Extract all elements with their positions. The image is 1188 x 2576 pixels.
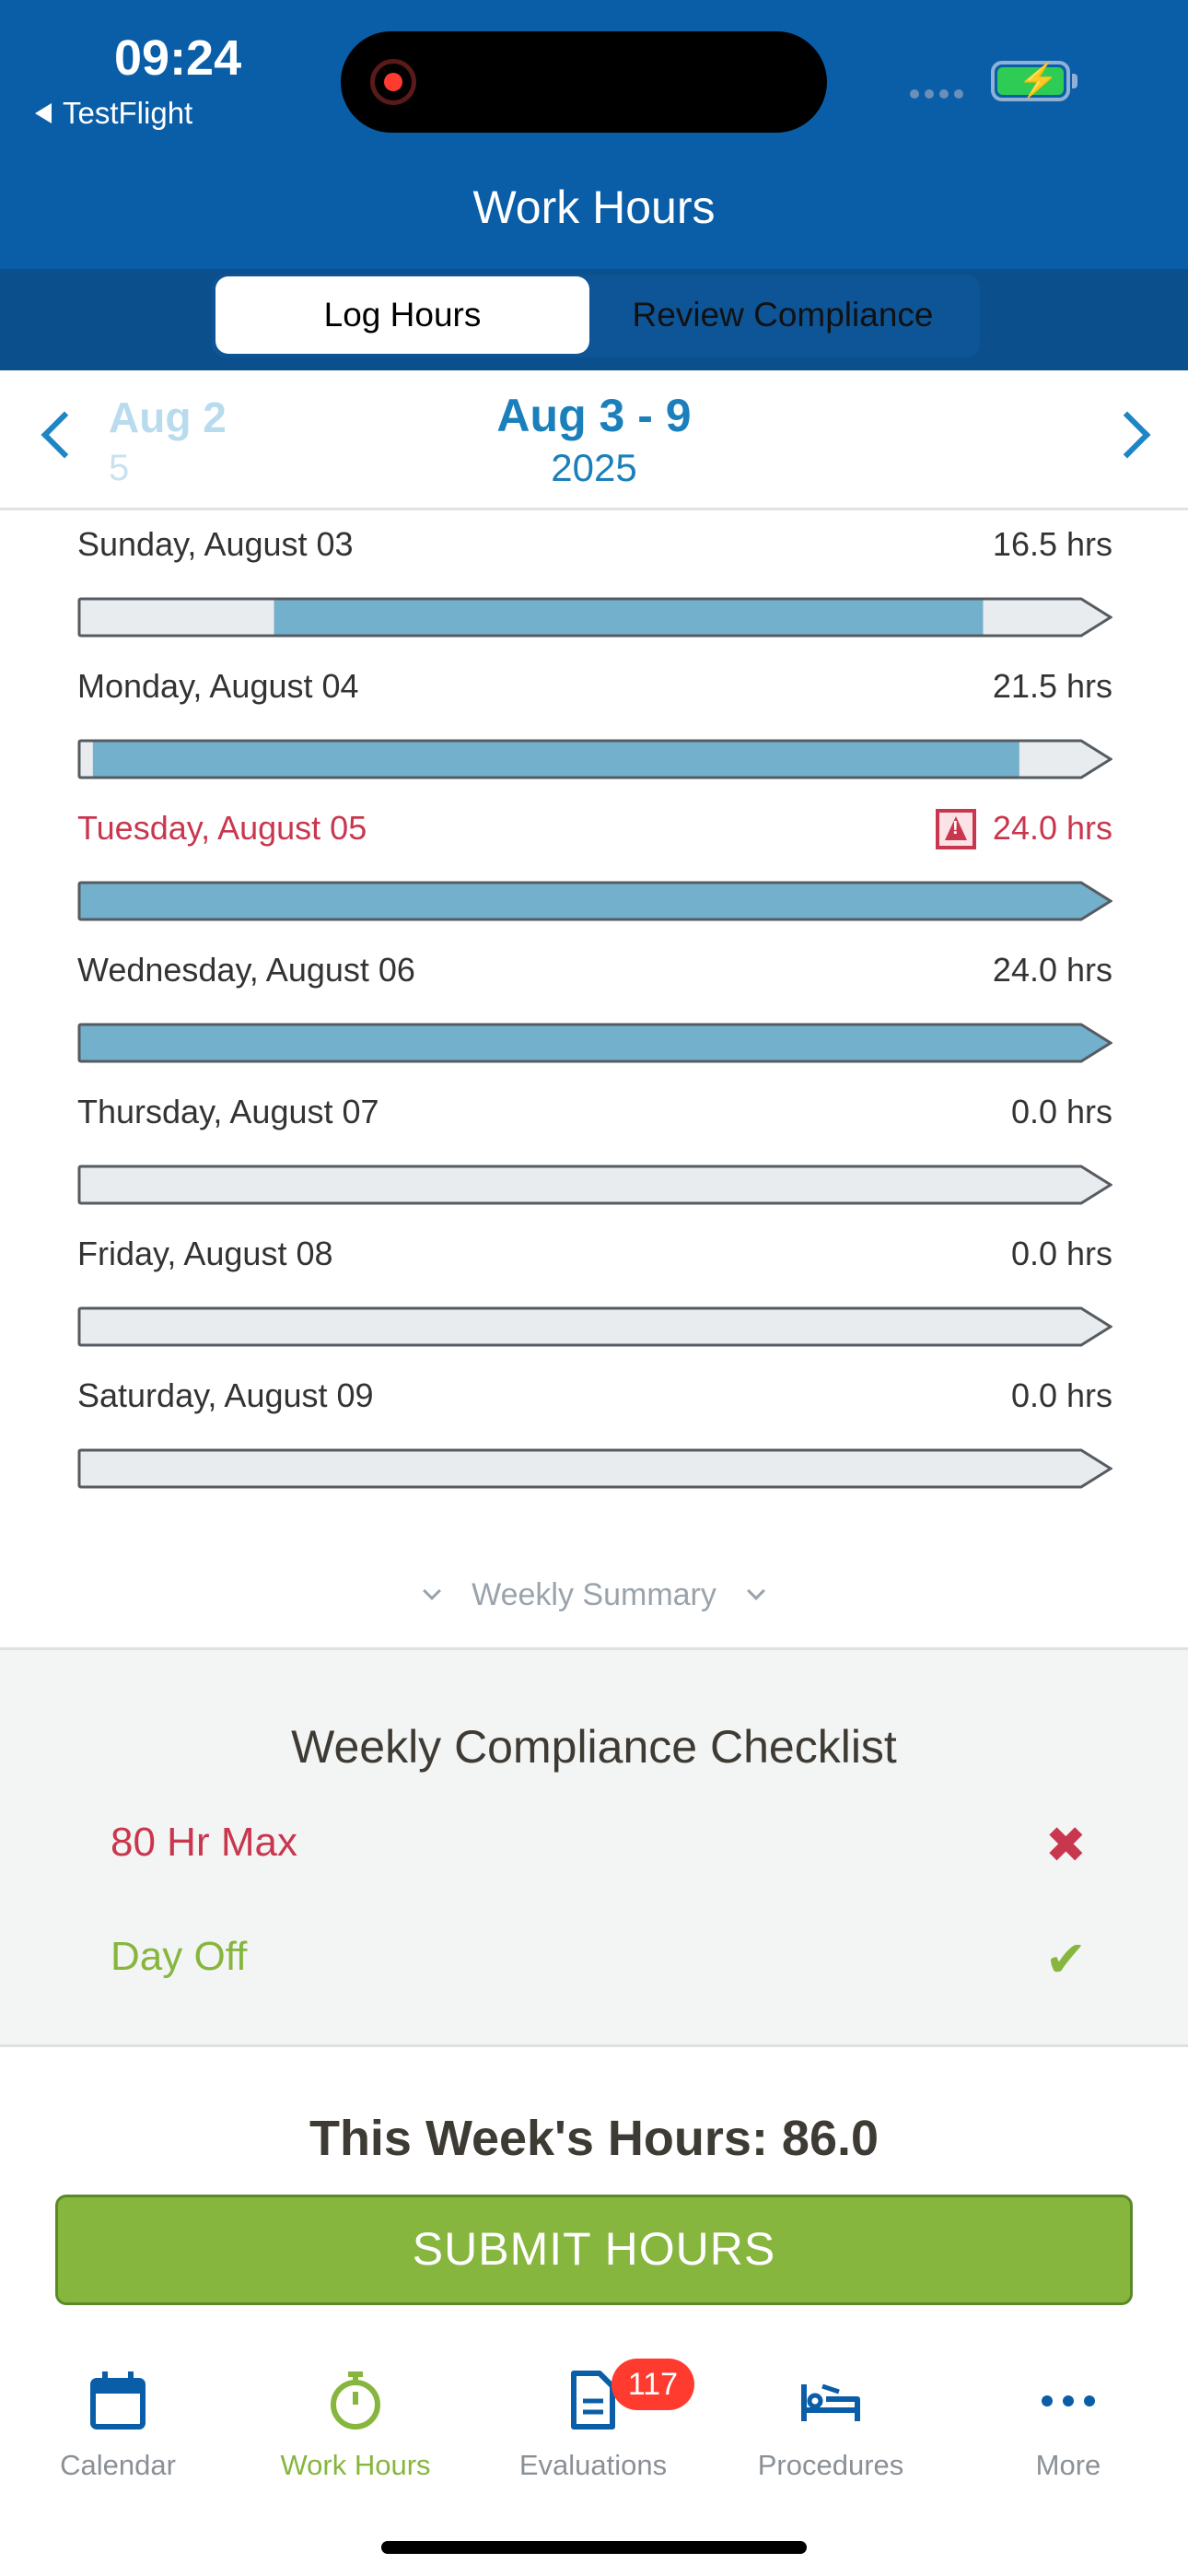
battery-icon: ⚡ <box>991 61 1077 101</box>
tab-label: Procedures <box>757 2449 904 2481</box>
back-to-app-link[interactable]: TestFlight <box>35 96 192 131</box>
tab-bar: Calendar Work Hours Evaluations 117 Proc… <box>0 2333 1188 2576</box>
bar-track <box>79 1308 1111 1345</box>
chevron-down-icon <box>746 1582 765 1600</box>
bar-fill <box>79 883 1111 919</box>
checklist-title: Weekly Compliance Checklist <box>291 1721 897 1773</box>
week-navigator: Aug 2 5 Aug 3 - 9 2025 <box>0 370 1188 510</box>
hours-bar[interactable] <box>77 739 1112 779</box>
page-title: Work Hours <box>472 181 716 233</box>
hours-bar[interactable] <box>77 597 1112 638</box>
tab-more[interactable]: More <box>958 2368 1179 2482</box>
calendar-icon <box>86 2368 150 2432</box>
recording-icon <box>370 59 416 105</box>
tab-label: More <box>1035 2449 1101 2481</box>
warning-icon <box>936 809 976 849</box>
back-app-label: TestFlight <box>63 96 193 130</box>
day-hours: 24.0 hrs <box>992 951 1112 989</box>
more-icon <box>1036 2368 1101 2432</box>
day-hours: 16.5 hrs <box>992 525 1112 563</box>
segmented-control: Log Hours Review Compliance <box>212 275 980 357</box>
weekly-total-hours: This Week's Hours: 86.0 <box>309 2111 879 2166</box>
checklist-item-label: 80 Hr Max <box>111 1820 297 1865</box>
checklist-item-label: Day Off <box>111 1934 248 1979</box>
day-label: Sunday, August 03 <box>77 525 354 563</box>
tab-label: Calendar <box>60 2449 176 2481</box>
tab-work-hours[interactable]: Work Hours <box>245 2368 466 2482</box>
day-label: Tuesday, August 05 <box>77 809 367 847</box>
weekly-summary-label: Weekly Summary <box>472 1577 716 1612</box>
evaluations-badge: 117 <box>611 2359 694 2410</box>
header: 09:24 TestFlight ⚡ Work Hours <box>0 0 1188 269</box>
current-week-range: Aug 3 - 9 <box>496 390 692 441</box>
hours-bar[interactable] <box>77 1306 1112 1347</box>
day-hours: 0.0 hrs <box>1010 1235 1112 1272</box>
hours-bar[interactable] <box>77 1165 1112 1205</box>
tab-procedures[interactable]: Procedures <box>720 2368 941 2482</box>
bed-icon <box>798 2368 863 2432</box>
signal-icon <box>910 87 969 103</box>
hours-bar[interactable] <box>77 1448 1112 1489</box>
compliance-checklist: Weekly Compliance Checklist 80 Hr Max ✖ … <box>0 1647 1188 2047</box>
back-arrow-icon <box>35 103 52 124</box>
status-time: 09:24 <box>114 30 242 86</box>
checkmark-icon: ✔ <box>1044 1932 1087 1987</box>
tab-label: Work Hours <box>280 2449 431 2481</box>
day-hours: 21.5 hrs <box>992 667 1112 705</box>
bar-track <box>79 1450 1111 1487</box>
day-label: Friday, August 08 <box>77 1235 333 1272</box>
stopwatch-icon <box>323 2368 388 2432</box>
current-week-year: 2025 <box>551 446 637 489</box>
checklist-item-day-off: Day Off ✔ <box>111 1932 1087 1987</box>
day-hours: 0.0 hrs <box>1010 1376 1112 1414</box>
tab-label: Evaluations <box>518 2449 668 2481</box>
tab-calendar[interactable]: Calendar <box>7 2368 228 2482</box>
hours-bar[interactable] <box>77 881 1112 921</box>
day-label: Thursday, August 07 <box>77 1093 379 1130</box>
checklist-item-80hr-max: 80 Hr Max ✖ <box>111 1818 1087 1873</box>
day-label: Monday, August 04 <box>77 667 359 705</box>
hours-bar[interactable] <box>77 1023 1112 1063</box>
bar-fill <box>274 599 984 636</box>
day-label: Wednesday, August 06 <box>77 951 415 989</box>
day-label: Saturday, August 09 <box>77 1376 374 1414</box>
day-hours: 0.0 hrs <box>1010 1093 1112 1130</box>
bar-track <box>79 1166 1111 1203</box>
day-hours: 24.0 hrs <box>992 809 1112 847</box>
weekly-summary-toggle[interactable]: Weekly Summary <box>0 1577 1188 1613</box>
home-indicator <box>381 2541 807 2554</box>
tab-review-compliance[interactable]: Review Compliance <box>589 276 976 354</box>
cross-icon: ✖ <box>1044 1818 1087 1873</box>
submit-hours-button[interactable]: SUBMIT HOURS <box>55 2195 1133 2305</box>
bar-fill <box>79 1025 1111 1061</box>
chevron-down-icon <box>423 1582 442 1600</box>
bar-fill <box>92 741 1019 778</box>
dynamic-island <box>341 31 827 133</box>
tab-log-hours[interactable]: Log Hours <box>215 276 589 354</box>
